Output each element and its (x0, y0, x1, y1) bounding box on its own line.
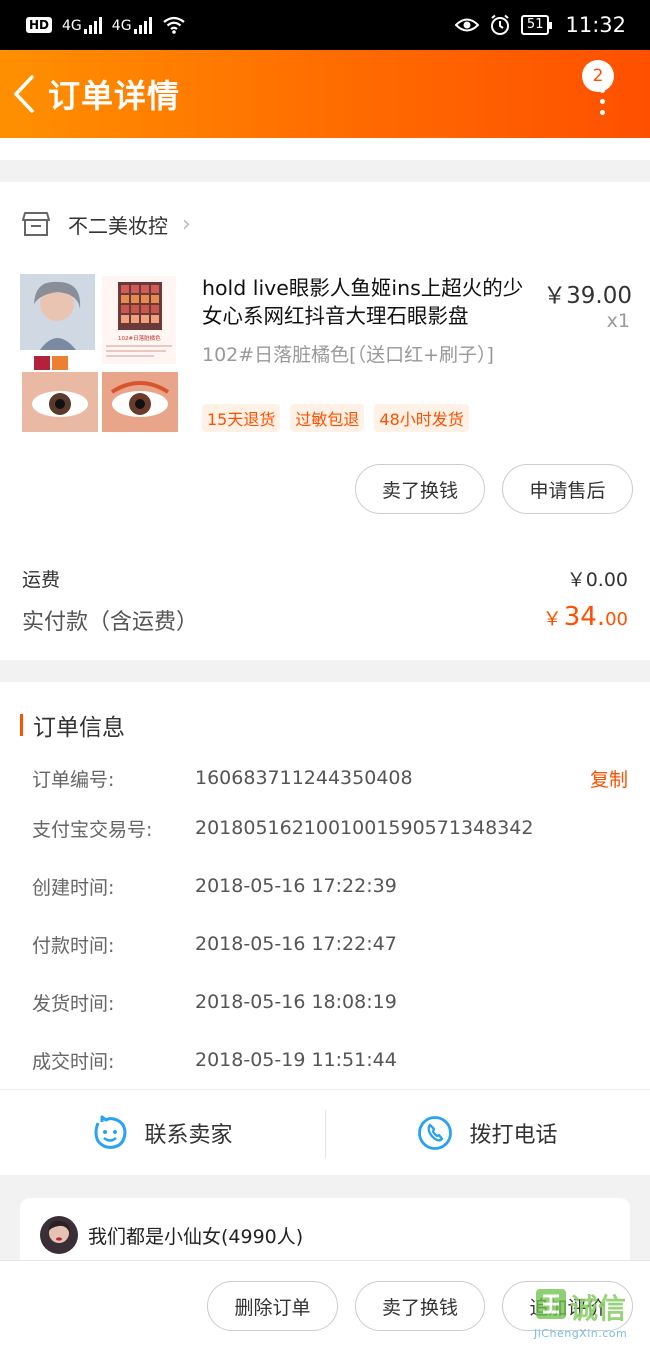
watermark: 诚信 JiChengXin.com (532, 1283, 650, 1349)
product-image[interactable]: 102#日落脏橘色 (20, 274, 180, 434)
avatar (40, 1216, 78, 1254)
paid-amount-integer: 34. (563, 602, 606, 632)
info-value: 2018-05-16 17:22:39 (195, 875, 397, 897)
shop-link[interactable]: 不二美妆控 › (22, 204, 191, 244)
chat-smile-icon (94, 1115, 127, 1149)
service-tag: 48小时发货 (374, 404, 469, 432)
info-row-order-number: 订单编号: 160683711244350408 复制 (32, 763, 628, 793)
call-button[interactable]: 拨打电话 (325, 1090, 650, 1176)
order-item-card: 不二美妆控 › 102#日落脏橘色 hold live眼影人鱼姬ins上超火的少… (0, 182, 650, 660)
product-spec: 102#日落脏橘色[（送口红+刷子）] (202, 344, 494, 366)
section-title: 订单信息 (33, 715, 125, 741)
service-tag: 过敏包退 (290, 404, 365, 432)
info-row-shipped: 发货时间: 2018-05-16 18:08:19 (32, 987, 628, 1017)
info-row-created: 创建时间: 2018-05-16 17:22:39 (32, 871, 628, 901)
battery-icon: 51 (520, 15, 552, 35)
info-key: 成交时间: (32, 1050, 115, 1073)
order-info-card: 订单信息 订单编号: 160683711244350408 复制 支付宝交易号:… (0, 682, 650, 1175)
info-value: 2018-05-19 11:51:44 (195, 1049, 397, 1071)
contact-seller-label: 联系卖家 (144, 1123, 233, 1148)
more-button[interactable]: 2 (582, 58, 628, 130)
network-type: 4G (111, 18, 132, 34)
service-tags: 15天退货 过敏包退 48小时发货 (202, 404, 469, 432)
group-card[interactable]: 我们都是小仙女(4990人) (20, 1198, 630, 1268)
shipping-label: 运费 (22, 569, 61, 591)
status-right: 51 11:32 (454, 13, 626, 37)
paid-amount: ￥ 34. 00 (543, 602, 628, 632)
back-button[interactable] (0, 50, 48, 138)
shop-icon (22, 212, 50, 236)
top-strip (0, 138, 650, 160)
service-tag: 15天退货 (202, 404, 281, 432)
more-icon (600, 88, 605, 115)
info-key: 发货时间: (32, 992, 115, 1015)
notification-badge: 2 (582, 60, 614, 92)
hd-icon: HD (26, 17, 53, 33)
info-row-completed: 成交时间: 2018-05-19 11:51:44 (32, 1045, 628, 1075)
sell-button[interactable]: 卖了换钱 (355, 464, 485, 514)
thumb-caption: 102#日落脏橘色 (118, 334, 161, 342)
info-value: 2018051621001001590571348342 (195, 817, 534, 839)
info-value: 160683711244350408 (195, 767, 413, 789)
chevron-left-icon (14, 75, 34, 113)
info-value: 2018-05-16 18:08:19 (195, 991, 397, 1013)
call-label: 拨打电话 (469, 1123, 558, 1148)
clock: 11:32 (565, 13, 626, 37)
info-value: 2018-05-16 17:22:47 (195, 933, 397, 955)
signal-icon: 4G (112, 16, 152, 34)
eye-icon (454, 18, 479, 32)
copy-button[interactable]: 复制 (590, 765, 628, 792)
status-left: HD 4G 4G (26, 15, 186, 35)
product-quantity: x1 (606, 310, 630, 332)
shop-name: 不二美妆控 (68, 213, 168, 238)
watermark-url: JiChengXin.com (534, 1327, 628, 1340)
info-key: 支付宝交易号: (32, 818, 153, 841)
paid-label: 实付款（含运费） (22, 610, 199, 635)
wifi-icon (162, 16, 185, 34)
page-title: 订单详情 (48, 77, 181, 115)
after-sale-button[interactable]: 申请售后 (502, 464, 633, 514)
phone-icon (418, 1116, 453, 1150)
currency-symbol: ￥ (542, 608, 562, 630)
info-row-alipay-number: 支付宝交易号: 2018051621001001590571348342 (32, 813, 628, 843)
delete-order-button[interactable]: 删除订单 (207, 1281, 338, 1331)
product-title[interactable]: hold live眼影人鱼姬ins上超火的少女心系网红抖音大理石眼影盘 (202, 274, 532, 330)
info-key: 创建时间: (32, 876, 115, 899)
info-row-paid: 付款时间: 2018-05-16 17:22:47 (32, 929, 628, 959)
network-type: 4G (62, 18, 82, 34)
nav-bar: 订单详情 2 (0, 50, 650, 138)
signal-icon: 4G (62, 16, 102, 34)
product-price: ￥39.00 (543, 283, 632, 309)
group-name: 我们都是小仙女(4990人) (88, 1226, 304, 1248)
info-key: 付款时间: (32, 934, 115, 957)
status-bar: HD 4G 4G 51 11:32 (0, 0, 650, 50)
contact-seller-button[interactable]: 联系卖家 (0, 1090, 325, 1176)
shipping-value: ￥0.00 (566, 569, 628, 591)
info-key: 订单编号: (32, 768, 115, 791)
bottom-action-bar: 删除订单 卖了换钱 追加评价 诚信 JiChengXin.com (0, 1260, 650, 1350)
watermark-text: 诚信 (570, 1292, 627, 1325)
sell-button[interactable]: 卖了换钱 (355, 1281, 485, 1331)
chevron-right-icon: › (182, 211, 191, 237)
paid-amount-decimal: 00 (605, 609, 628, 630)
order-info-heading: 订单信息 (20, 708, 125, 742)
watermark-logo-icon (536, 1289, 566, 1319)
alarm-icon (490, 14, 509, 35)
